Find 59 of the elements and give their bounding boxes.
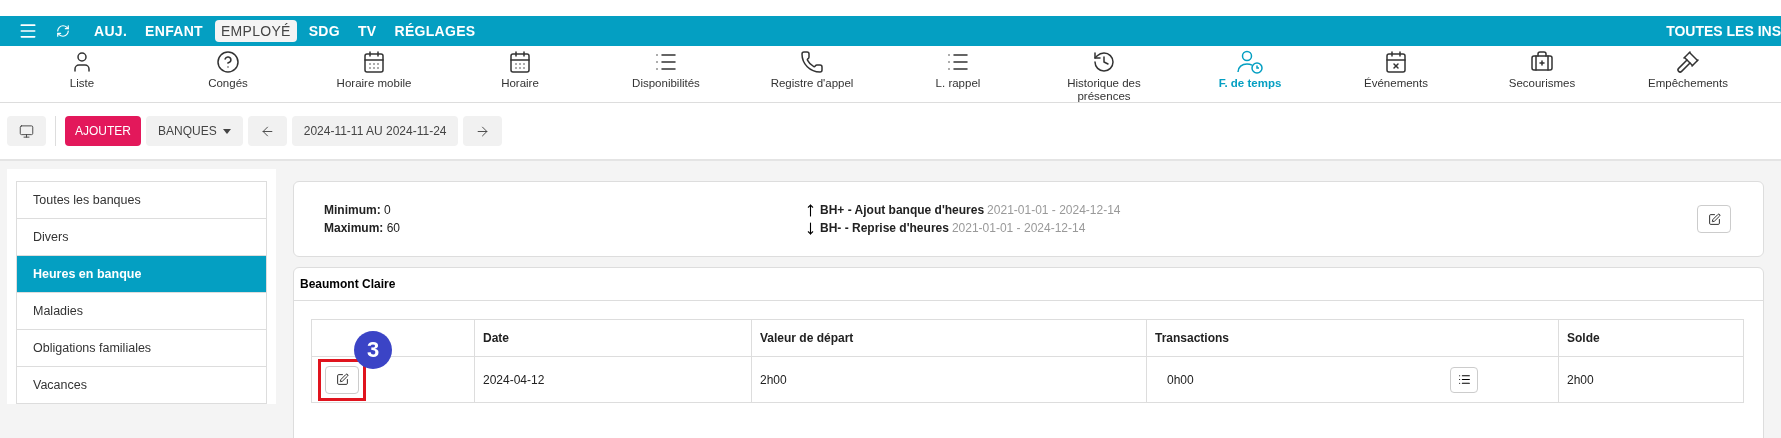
edit-button[interactable] [325,365,359,394]
gavel-icon [1676,50,1700,74]
previous-button[interactable] [247,116,287,146]
date-range-button[interactable]: 2024-11-11 AU 2024-11-24 [291,116,459,146]
add-button[interactable]: AJOUTER [65,116,141,146]
module-tab[interactable]: Congés [155,46,301,103]
employee-name: Beaumont Claire [294,268,1763,301]
arrow-right-icon [475,123,491,139]
bank-code-text: BH+ - Ajout banque d'heures [820,203,985,217]
date-range-text: 2021-01-01 - 2024-12-14 [951,221,1086,235]
column-header: Solde [1559,320,1744,357]
calendar-icon [362,50,386,74]
nav-tab[interactable]: EMPLOYÉ [214,20,297,42]
column-header: Transactions [1147,320,1559,357]
user-clock-icon [1236,50,1264,74]
module-tab[interactable]: Registre d'appel [739,46,885,103]
table-cell: 2024-04-12 [475,357,752,403]
date-range-text: 2021-01-01 - 2024-12-14 [987,203,1121,217]
edit-icon [335,373,349,386]
module-tab[interactable]: Liste [9,46,155,103]
bank-list-item[interactable]: Divers [16,219,267,256]
column-header: Valeur de départ [752,320,1147,357]
bank-list-item[interactable]: Obligations familiales [16,330,267,367]
bank-code-text: BH- - Reprise d'heures [820,221,949,235]
edit-icon [1707,212,1721,226]
module-tab[interactable]: Disponibilités [593,46,739,103]
help-icon [216,50,240,74]
history-icon [1092,50,1116,74]
banks-dropdown[interactable]: BANQUES [146,116,243,146]
module-tab[interactable]: Empêchements [1615,46,1761,103]
calendar-icon [508,50,532,74]
caret-icon [222,128,231,134]
module-tab[interactable]: Horaire [447,46,593,103]
bank-list-item[interactable]: Toutes les banques [16,181,267,219]
transactions-button[interactable] [1450,366,1478,393]
first-aid-icon [1530,50,1554,74]
column-header: Date [475,320,752,357]
table-cell: 2h00 [752,357,1147,403]
display-button[interactable] [7,116,46,146]
module-tab[interactable]: Historique des présences [1031,46,1177,103]
edit-button[interactable] [1697,205,1731,233]
limit-text: Maximum: 60 [324,221,402,235]
menu-icon[interactable] [18,21,38,41]
monitor-icon [19,123,34,139]
list-icon [1457,373,1471,386]
module-tab[interactable]: Événements [1323,46,1469,103]
module-tab[interactable]: Secourismes [1469,46,1615,103]
bank-list-item[interactable]: Maladies [16,293,267,330]
limit-text: Minimum: 0 [324,203,392,217]
refresh-icon[interactable] [56,24,70,38]
step-badge: 3 [354,331,392,369]
next-button[interactable] [463,116,503,146]
table-cell: 2h00 [1559,357,1744,403]
phone-icon [800,50,824,74]
module-tab[interactable]: Horaire mobile [301,46,447,103]
calendar-x-icon [1384,50,1408,74]
transactions-text: 0h00 [1167,372,1194,387]
bank-list-item[interactable]: Vacances [16,367,267,404]
module-tab[interactable]: L. rappel [885,46,1031,103]
